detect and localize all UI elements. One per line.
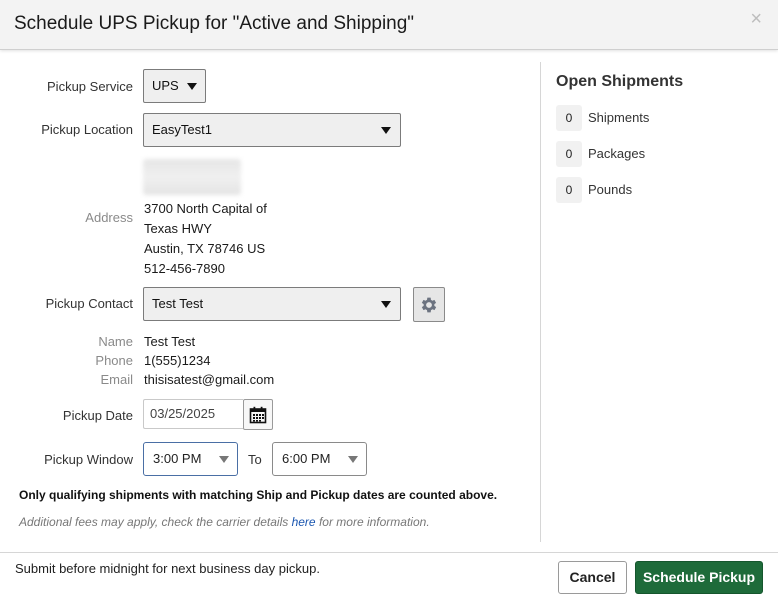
gear-icon (421, 297, 437, 312)
pickup-contact-label: Pickup Contact (45, 296, 133, 311)
to-label: To (248, 452, 262, 467)
shipments-count: 0 (556, 105, 582, 131)
pickup-window-from-value: 3:00 PM (153, 451, 202, 466)
qualifying-shipments-note: Only qualifying shipments with matching … (19, 488, 498, 502)
fee-note-prefix: Additional fees may apply, check the car… (19, 515, 292, 529)
contact-name: Test Test (144, 334, 196, 349)
address-redacted-block (143, 159, 241, 195)
address-line: Austin, TX 78746 US (144, 241, 266, 256)
pickup-service-label: Pickup Service (47, 79, 133, 94)
calendar-icon (249, 406, 267, 423)
caret-down-icon (381, 301, 391, 308)
dialog-header: Schedule UPS Pickup for "Active and Ship… (0, 0, 778, 50)
caret-down-icon (187, 83, 197, 90)
calendar-button[interactable] (243, 399, 273, 430)
carrier-details-link[interactable]: here (292, 515, 316, 529)
address-line: Texas HWY (144, 221, 212, 236)
pickup-window-to-value: 6:00 PM (282, 451, 331, 466)
pickup-location-select[interactable]: EasyTest1 (143, 113, 401, 147)
address-phone: 512-456-7890 (144, 261, 225, 276)
dialog-title: Schedule UPS Pickup for "Active and Ship… (14, 13, 415, 34)
pickup-contact-select[interactable]: Test Test (143, 287, 401, 321)
schedule-pickup-button[interactable]: Schedule Pickup (635, 561, 763, 594)
caret-down-icon (219, 456, 229, 463)
additional-fees-note: Additional fees may apply, check the car… (19, 515, 430, 529)
address-line: 3700 North Capital of (144, 201, 267, 216)
open-shipments-panel: Open Shipments 0 Shipments 0 Packages 0 … (541, 51, 778, 541)
pickup-location-value: EasyTest1 (152, 122, 212, 137)
contact-phone-label: Phone (95, 353, 133, 368)
pickup-window-label: Pickup Window (44, 452, 133, 467)
pickup-service-value: UPS (152, 78, 179, 93)
contact-email: thisisatest@gmail.com (144, 372, 275, 387)
address-block: 3700 North Capital of Texas HWY Austin, … (144, 199, 267, 279)
packages-count: 0 (556, 141, 582, 167)
pickup-window-from-select[interactable]: 3:00 PM (143, 442, 238, 476)
pickup-contact-value: Test Test (152, 296, 204, 311)
close-icon[interactable]: × (750, 9, 762, 29)
pickup-service-select[interactable]: UPS (143, 69, 206, 103)
pounds-count: 0 (556, 177, 582, 203)
pickup-date-label: Pickup Date (62, 408, 133, 423)
pickup-window-to-select[interactable]: 6:00 PM (272, 442, 367, 476)
contact-email-label: Email (100, 372, 133, 387)
address-label: Address (85, 210, 133, 225)
open-shipments-title: Open Shipments (556, 73, 684, 90)
contact-name-label: Name (98, 334, 133, 349)
pickup-date-input[interactable]: 03/25/2025 (143, 399, 243, 429)
contact-settings-button[interactable] (413, 287, 445, 322)
shipments-label: Shipments (588, 110, 650, 125)
caret-down-icon (381, 127, 391, 134)
contact-phone: 1(555)1234 (144, 353, 211, 368)
dialog-footer: Submit before midnight for next business… (0, 552, 778, 600)
fee-note-suffix: for more information. (315, 515, 430, 529)
caret-down-icon (348, 456, 358, 463)
pounds-label: Pounds (588, 182, 633, 197)
pickup-form: Pickup Service UPS Pickup Location EasyT… (0, 51, 540, 541)
cancel-button[interactable]: Cancel (558, 561, 627, 594)
pickup-location-label: Pickup Location (41, 122, 133, 137)
packages-label: Packages (588, 146, 646, 161)
pickup-deadline-note: Submit before midnight for next business… (15, 561, 320, 576)
